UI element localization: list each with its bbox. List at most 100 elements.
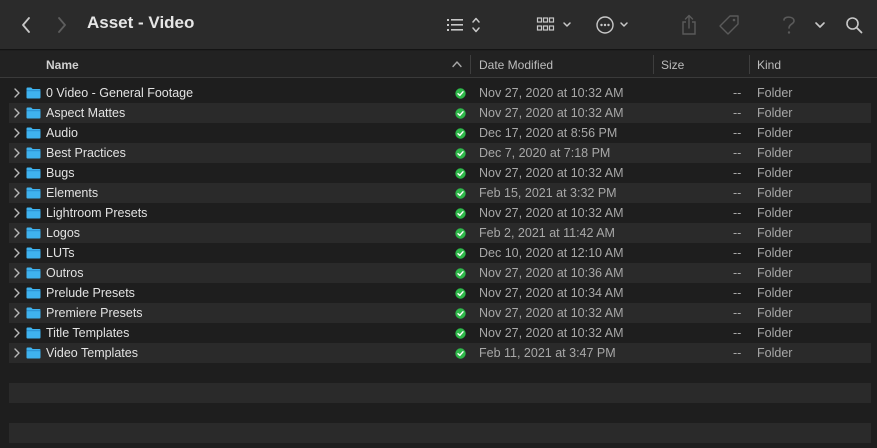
file-name: Premiere Presets <box>46 306 143 320</box>
table-row[interactable]: Premiere Presets Nov 27, 2020 at 10:32 AM… <box>9 303 871 323</box>
sync-status-icon <box>455 228 466 239</box>
column-header-kind[interactable]: Kind <box>757 58 781 72</box>
tag-button[interactable] <box>716 12 742 38</box>
table-row[interactable]: Best Practices Dec 7, 2020 at 7:18 PM -- Fo… <box>9 143 871 163</box>
sync-status-icon <box>455 88 466 99</box>
file-size: -- <box>733 346 742 360</box>
file-size: -- <box>733 166 742 180</box>
file-kind: Folder <box>757 206 793 220</box>
date-modified: Nov 27, 2020 at 10:32 AM <box>479 166 624 180</box>
folder-icon <box>26 247 41 259</box>
table-row[interactable]: 0 Video - General Footage Nov 27, 2020 at… <box>9 83 871 103</box>
table-row[interactable]: Elements Feb 15, 2021 at 3:32 PM -- Folder <box>9 183 871 203</box>
file-size: -- <box>733 306 742 320</box>
disclosure-chevron-icon[interactable] <box>13 227 21 239</box>
sort-ascending-icon[interactable] <box>451 60 463 68</box>
file-kind: Folder <box>757 146 793 160</box>
folder-icon <box>26 307 41 319</box>
file-name: Best Practices <box>46 146 126 160</box>
table-row[interactable]: LUTs Dec 10, 2020 at 12:10 AM -- Folder <box>9 243 871 263</box>
disclosure-chevron-icon[interactable] <box>13 287 21 299</box>
disclosure-chevron-icon[interactable] <box>13 207 21 219</box>
date-modified: Dec 7, 2020 at 7:18 PM <box>479 146 611 160</box>
table-row[interactable]: Video Templates Feb 11, 2021 at 3:47 PM --… <box>9 343 871 363</box>
date-modified: Nov 27, 2020 at 10:34 AM <box>479 286 624 300</box>
file-size: -- <box>733 326 742 340</box>
sync-status-icon <box>455 348 466 359</box>
list-view-icon <box>447 17 480 33</box>
file-name: Aspect Mattes <box>46 106 126 120</box>
back-button[interactable] <box>16 13 36 37</box>
table-row[interactable]: Prelude Presets Nov 27, 2020 at 10:34 AM -… <box>9 283 871 303</box>
folder-icon <box>26 87 41 99</box>
date-modified: Nov 27, 2020 at 10:32 AM <box>479 106 624 120</box>
ellipsis-circle-icon <box>596 16 628 34</box>
column-divider[interactable] <box>470 55 471 74</box>
sync-status-icon <box>455 108 466 119</box>
action-menu-button[interactable] <box>594 13 632 37</box>
sync-status-icon <box>455 188 466 199</box>
date-modified: Nov 27, 2020 at 10:32 AM <box>479 206 624 220</box>
file-kind: Folder <box>757 286 793 300</box>
file-name: Lightroom Presets <box>46 206 148 220</box>
disclosure-chevron-icon[interactable] <box>13 327 21 339</box>
table-row[interactable]: Outros Nov 27, 2020 at 10:36 AM -- Folder <box>9 263 871 283</box>
share-button[interactable] <box>678 12 700 38</box>
file-name: Outros <box>46 266 84 280</box>
file-kind: Folder <box>757 186 793 200</box>
table-row[interactable]: Lightroom Presets Nov 27, 2020 at 10:32 A… <box>9 203 871 223</box>
disclosure-chevron-icon[interactable] <box>13 167 21 179</box>
disclosure-chevron-icon[interactable] <box>13 107 21 119</box>
disclosure-chevron-icon[interactable] <box>13 267 21 279</box>
view-mode-button[interactable] <box>444 13 484 37</box>
file-name: 0 Video - General Footage <box>46 86 194 100</box>
file-kind: Folder <box>757 126 793 140</box>
table-row[interactable]: Bugs Nov 27, 2020 at 10:32 AM -- Folder <box>9 163 871 183</box>
file-size: -- <box>733 246 742 260</box>
disclosure-chevron-icon[interactable] <box>13 87 21 99</box>
window-title: Asset - Video <box>87 13 195 32</box>
file-kind: Folder <box>757 306 793 320</box>
column-header-name[interactable]: Name <box>46 58 79 72</box>
column-header-size[interactable]: Size <box>661 58 684 72</box>
file-kind: Folder <box>757 346 793 360</box>
disclosure-chevron-icon[interactable] <box>13 307 21 319</box>
date-modified: Feb 11, 2021 at 3:47 PM <box>479 346 616 360</box>
column-divider[interactable] <box>749 55 750 74</box>
disclosure-chevron-icon[interactable] <box>13 247 21 259</box>
file-name: Elements <box>46 186 99 200</box>
sync-status-icon <box>455 328 466 339</box>
file-size: -- <box>733 126 742 140</box>
toolbar-overflow-button[interactable] <box>811 15 829 35</box>
column-divider[interactable] <box>653 55 654 74</box>
table-row[interactable]: Logos Feb 2, 2021 at 11:42 AM -- Folder <box>9 223 871 243</box>
disclosure-chevron-icon[interactable] <box>13 127 21 139</box>
table-row[interactable]: Audio Dec 17, 2020 at 8:56 PM -- Folder <box>9 123 871 143</box>
file-kind: Folder <box>757 246 793 260</box>
file-name: Bugs <box>46 166 75 180</box>
forward-button[interactable] <box>52 13 72 37</box>
search-icon <box>846 17 863 34</box>
date-modified: Nov 27, 2020 at 10:32 AM <box>479 86 624 100</box>
table-row[interactable]: Aspect Mattes Nov 27, 2020 at 10:32 AM -- F… <box>9 103 871 123</box>
file-kind: Folder <box>757 106 793 120</box>
disclosure-chevron-icon[interactable] <box>13 147 21 159</box>
sync-status-icon <box>455 248 466 259</box>
table-row[interactable]: Title Templates Nov 27, 2020 at 10:32 AM -… <box>9 323 871 343</box>
help-button[interactable] <box>778 12 800 38</box>
folder-icon <box>26 187 41 199</box>
search-button[interactable] <box>842 13 866 37</box>
disclosure-chevron-icon[interactable] <box>13 187 21 199</box>
sync-status-icon <box>455 288 466 299</box>
date-modified: Nov 27, 2020 at 10:32 AM <box>479 326 624 340</box>
file-size: -- <box>733 286 742 300</box>
chevron-right-icon <box>58 17 66 33</box>
group-button[interactable] <box>535 13 575 37</box>
column-header-date[interactable]: Date Modified <box>479 58 553 72</box>
disclosure-chevron-icon[interactable] <box>13 347 21 359</box>
file-kind: Folder <box>757 326 793 340</box>
file-size: -- <box>733 186 742 200</box>
date-modified: Feb 2, 2021 at 11:42 AM <box>479 226 615 240</box>
chevron-left-icon <box>22 17 30 33</box>
folder-icon <box>26 227 41 239</box>
